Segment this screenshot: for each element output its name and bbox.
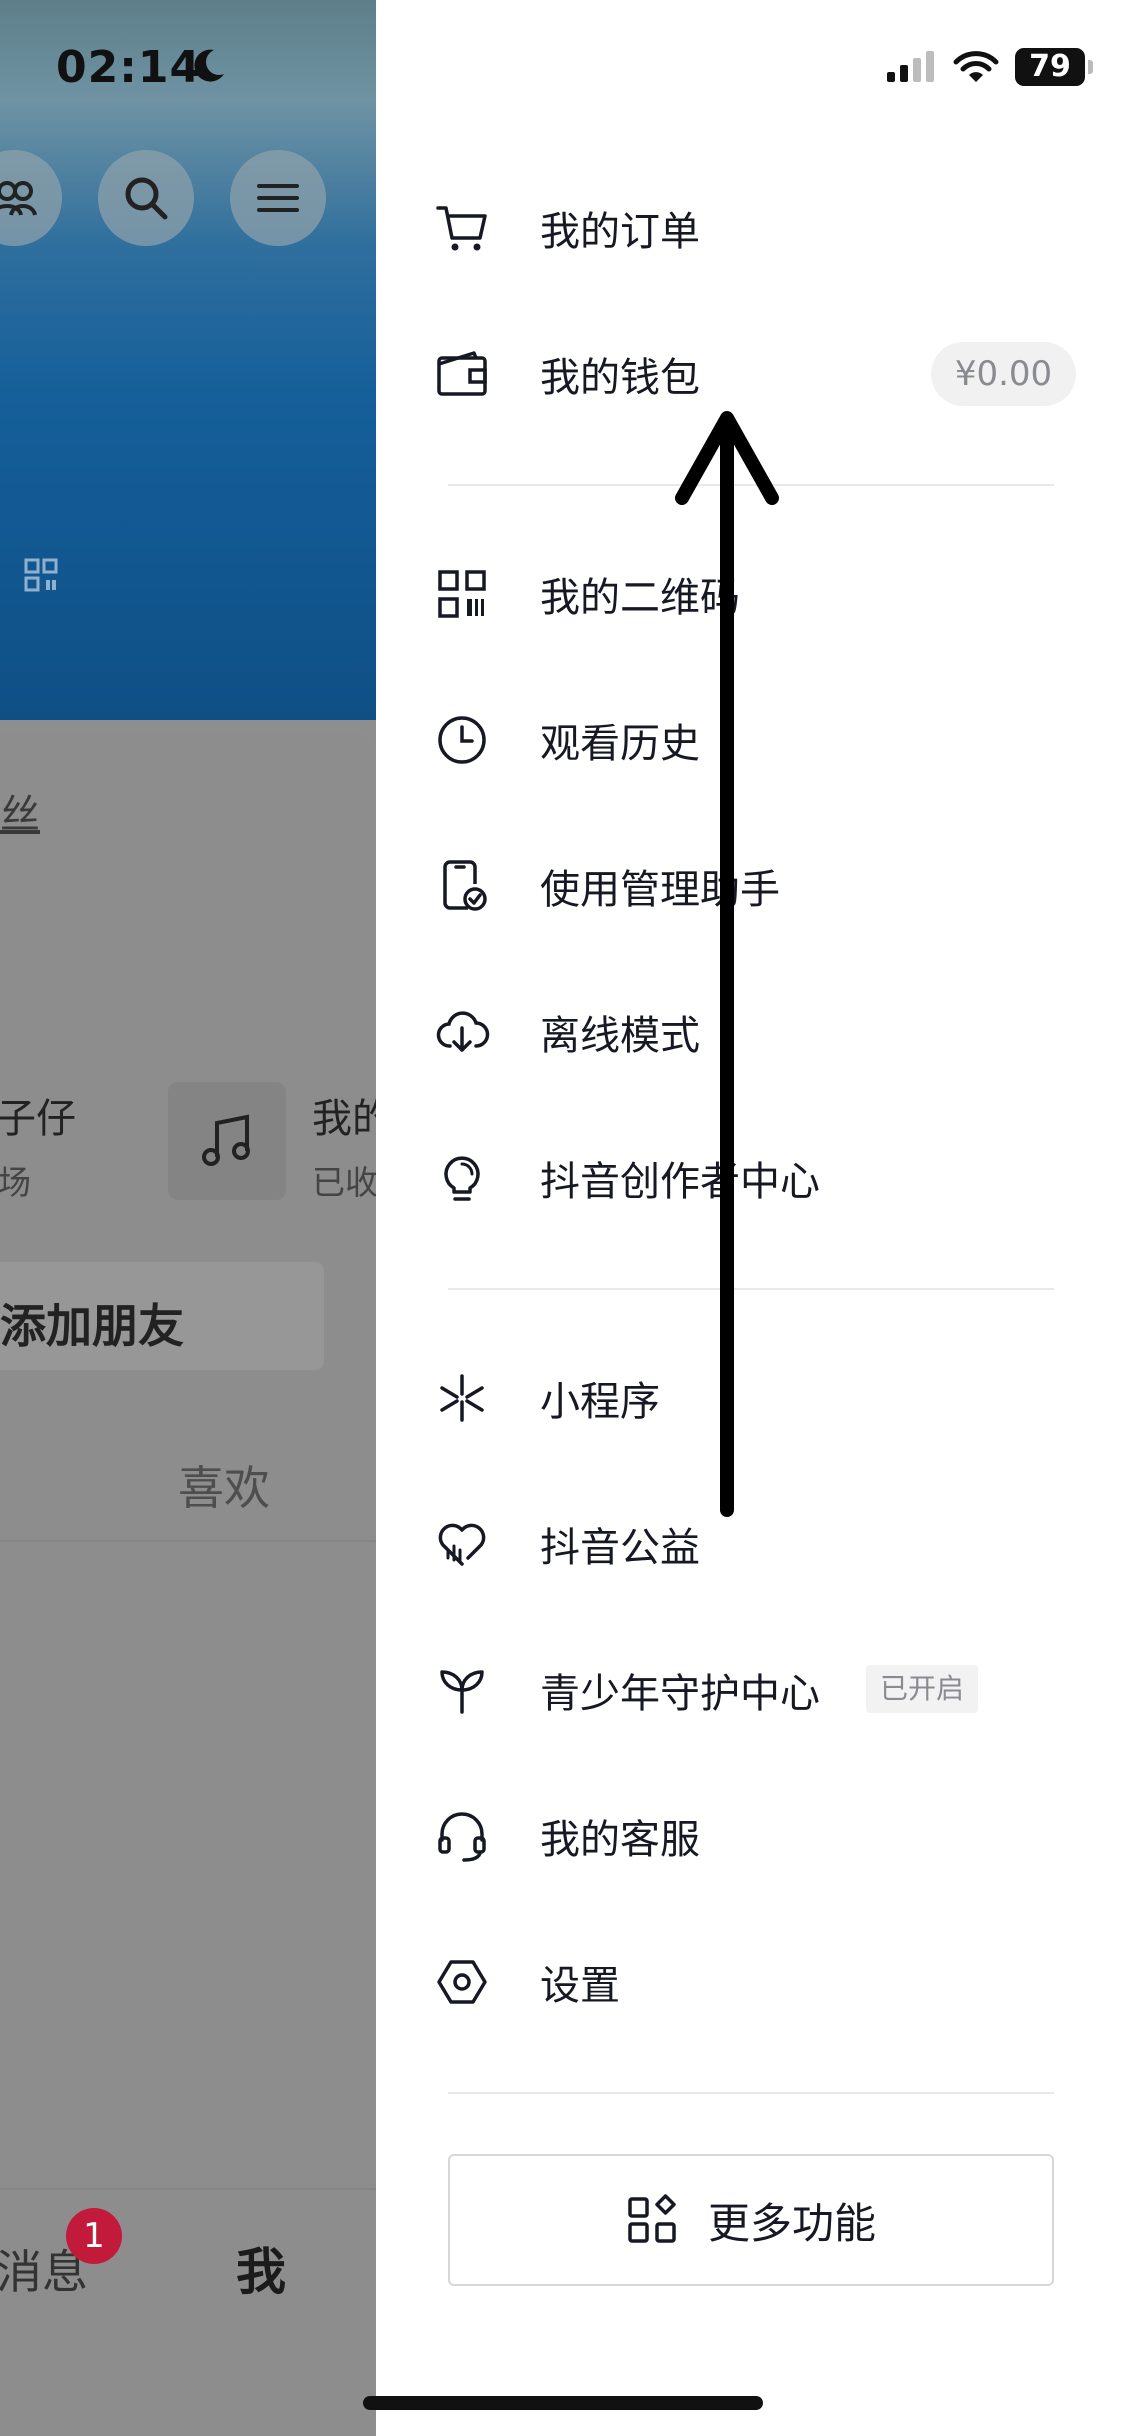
more-features-button[interactable]: 更多功能 [448,2154,1054,2286]
menu-item-settings[interactable]: 设置 [432,1932,1072,2032]
teen-protection-status-badge: 已开启 [866,1665,979,1713]
menu-item-creator-center[interactable]: 抖音创作者中心 [432,1128,1072,1228]
grid-plus-icon [628,2194,676,2243]
menu-item-mini-programs[interactable]: 小程序 [432,1348,1072,1448]
qr-code-icon [432,564,492,624]
moon-icon [194,49,224,82]
mini-programs-label: 小程序 [540,1379,660,1425]
music-note-icon [202,1114,250,1166]
feature-tile-subtitle: 场 [0,1163,31,1202]
background-profile-page: 丝 子仔 场 我的 已收 添加朋友 喜欢 消息 1 我 02:14 [0,0,376,2436]
customer-service-label: 我的客服 [540,1817,700,1863]
menu-item-offline-mode[interactable]: 离线模式 [432,982,1072,1082]
nav-me[interactable]: 我 [236,2232,286,2304]
cloud-download-icon [432,1002,492,1062]
offline-mode-label: 离线模式 [540,1013,700,1059]
watch-history-label: 观看历史 [540,721,700,767]
battery-tip [1088,60,1093,74]
qr-code-label: 我的二维码 [540,575,740,621]
profile-banner [0,0,376,720]
menu-item-orders[interactable]: 我的订单 [432,178,1072,278]
wallet-label: 我的钱包 [540,355,700,401]
phone-check-icon [432,856,492,916]
wallet-icon [432,344,492,404]
section-divider [448,484,1054,486]
wallet-balance-badge: ¥0.00 [931,342,1076,406]
settings-label: 设置 [540,1963,620,2009]
clock-icon [432,710,492,770]
section-divider [448,2092,1054,2094]
sprout-icon [432,1660,492,1720]
wifi-icon [953,51,999,82]
lightbulb-icon [432,1148,492,1208]
profile-content-card [0,730,374,2436]
hamburger-icon [257,184,299,212]
usage-assistant-label: 使用管理助手 [540,867,780,913]
side-drawer-menu: 79 我的订单 我的钱包 ¥0.00 我的二维码 观看历史 使用管理助手 离线模… [376,0,1125,2436]
tab-divider [0,1540,376,1542]
friends-icon [0,181,37,216]
message-count-badge: 1 [66,2208,122,2264]
battery-indicator: 79 [1015,48,1093,86]
heart-icon [432,1514,492,1574]
search-button[interactable] [98,150,194,246]
menu-item-usage-assistant[interactable]: 使用管理助手 [432,836,1072,936]
fans-link[interactable]: 丝 [0,782,40,840]
status-time: 02:14 [56,42,202,93]
charity-label: 抖音公益 [540,1525,700,1571]
music-tile-subtitle: 已收 [312,1163,376,1202]
status-indicators: 79 [885,48,1093,86]
orders-label: 我的订单 [540,209,700,255]
add-friend-label: 添加朋友 [0,1299,184,1353]
section-divider [448,1288,1054,1290]
menu-item-watch-history[interactable]: 观看历史 [432,690,1072,790]
music-tile[interactable] [168,1082,286,1200]
battery-level: 79 [1029,49,1071,84]
more-features-label: 更多功能 [707,2198,876,2248]
tab-like[interactable]: 喜欢 [178,1452,270,1518]
teen-protection-label: 青少年守护中心 [540,1671,820,1717]
menu-item-customer-service[interactable]: 我的客服 [432,1786,1072,1886]
headset-icon [432,1806,492,1866]
hexagon-gear-icon [432,1952,492,2012]
asterisk-icon [432,1368,492,1428]
cart-icon [432,198,492,258]
menu-item-qr-code[interactable]: 我的二维码 [432,544,1072,644]
home-indicator[interactable] [363,2396,763,2410]
bottom-nav-divider [0,2188,376,2190]
music-tile-title: 我的 [312,1096,376,1142]
feature-tile-title: 子仔 [0,1096,76,1142]
creator-center-label: 抖音创作者中心 [540,1159,820,1205]
menu-button[interactable] [230,150,326,246]
cellular-signal-icon [887,51,934,82]
small-qr-icon[interactable] [24,558,58,592]
search-icon [125,177,168,220]
menu-item-charity[interactable]: 抖音公益 [432,1494,1072,1594]
